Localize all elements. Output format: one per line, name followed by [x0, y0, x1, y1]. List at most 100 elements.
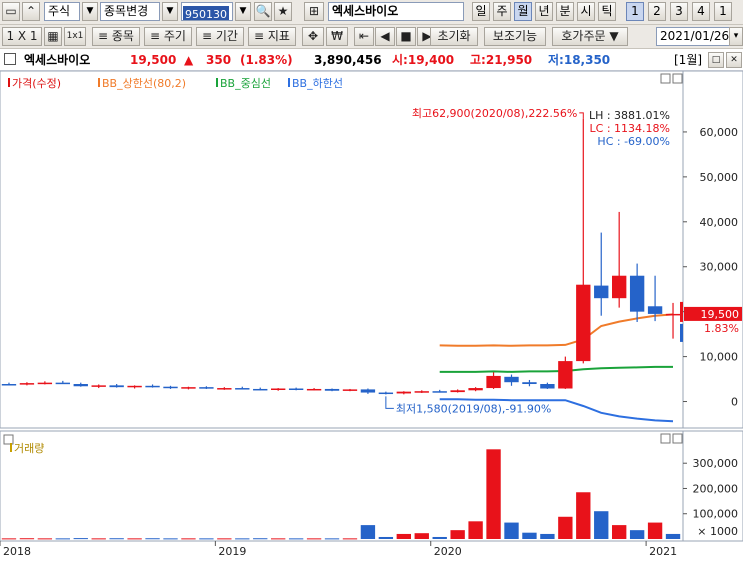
price-tick-label-3: 30,000: [700, 261, 739, 274]
volume-panel-frame: [0, 430, 743, 542]
code-input[interactable]: 950130: [181, 2, 233, 21]
volume-bar-37: [665, 533, 681, 539]
scroll-left-icon[interactable]: ◀: [375, 27, 395, 46]
close-icon[interactable]: ✕: [726, 52, 742, 68]
maximize-icon[interactable]: □: [708, 52, 724, 68]
info-stock-name: 엑세스바이오: [24, 53, 91, 67]
stop-icon[interactable]: ■: [396, 27, 416, 46]
period-tab-3[interactable]: 년: [535, 2, 553, 21]
last-price-tag: 19,500: [701, 308, 740, 321]
candle-body-37: [665, 313, 681, 316]
candle-body-33: [594, 285, 609, 299]
code-value: 950130: [183, 6, 229, 21]
info-high: 고:21,950: [470, 53, 533, 67]
market-select[interactable]: 주식: [44, 2, 80, 21]
star-icon[interactable]: ★: [274, 2, 292, 21]
won-icon[interactable]: ₩: [326, 27, 348, 46]
period-tab-0[interactable]: 일: [472, 2, 490, 21]
item-button[interactable]: ≡ 종목: [92, 27, 140, 46]
info-price: 19,500: [130, 53, 177, 67]
volume-bar-8: [145, 538, 160, 540]
high-annotation: 최고62,900(2020/08),222.56%: [412, 107, 577, 120]
candle-body-36: [647, 306, 663, 314]
volume-bar-23: [414, 533, 429, 539]
x-tick-label-0: 2018: [3, 545, 31, 558]
market-dropdown-icon[interactable]: ▼: [82, 2, 98, 21]
code-dropdown-icon[interactable]: ▼: [235, 2, 251, 21]
candle-body-7: [127, 385, 142, 388]
volume-bar-14: [253, 538, 268, 540]
volume-tick-label-1: 200,000: [693, 482, 739, 495]
last-price-marker-up: [680, 301, 683, 322]
span-button[interactable]: ≡ 기간: [196, 27, 244, 46]
change-item-dropdown-icon[interactable]: ▼: [162, 2, 178, 21]
period-tab-2[interactable]: 월: [514, 2, 532, 21]
period-tab-5[interactable]: 시: [577, 2, 595, 21]
period-tab-4[interactable]: 분: [556, 2, 574, 21]
order-label: 호가주문: [561, 29, 606, 43]
scroll-first-icon[interactable]: ⇤: [354, 27, 374, 46]
candle-body-35: [629, 275, 645, 312]
collapse-up-icon[interactable]: ⌃: [22, 2, 40, 21]
volume-bar-11: [199, 538, 214, 540]
stat-lc: LC : 1134.18%: [590, 122, 670, 135]
legend-label-1: BB_상한선(80,2): [102, 77, 186, 90]
stock-name-field[interactable]: 엑세스바이오: [328, 2, 464, 21]
volume-tick-label-2: 100,000: [693, 508, 739, 521]
layout-button[interactable]: 1 X 1: [2, 27, 42, 46]
volume-bar-20: [360, 525, 376, 539]
price-tick-label-0: 60,000: [700, 126, 739, 139]
candle-body-5: [91, 385, 106, 387]
related-item-icon[interactable]: ⊞: [304, 2, 324, 21]
number-tab-3[interactable]: 4: [692, 2, 710, 21]
candle-body-29: [522, 382, 537, 385]
reset-button[interactable]: 초기화: [430, 27, 478, 46]
aux-function-button[interactable]: 보조기능: [484, 27, 546, 46]
volume-unit-label: × 1000: [697, 525, 738, 538]
price-tick-label-6: 0: [731, 396, 738, 409]
volume-bar-15: [271, 538, 286, 540]
period-tab-6[interactable]: 틱: [598, 2, 616, 21]
candle-body-1: [19, 383, 35, 385]
window-menu-icon[interactable]: ▭: [2, 2, 20, 21]
volume-bar-6: [109, 538, 124, 540]
number-tab-0[interactable]: 1: [626, 2, 644, 21]
crosshair-icon[interactable]: ✥: [302, 27, 324, 46]
order-button[interactable]: 호가주문 ▼: [552, 27, 628, 46]
candle-body-3: [55, 382, 70, 385]
grid-icon[interactable]: ▦: [44, 27, 62, 46]
candle-body-27: [486, 375, 501, 389]
volume-panel-maximize-icon: [660, 433, 671, 444]
volume-tick-label-0: 300,000: [693, 457, 739, 470]
legend-label-3: BB_하한선: [292, 76, 343, 90]
candle-body-34: [612, 275, 627, 299]
number-tab-2[interactable]: 3: [670, 2, 688, 21]
candle-body-17: [306, 388, 322, 391]
number-tab-4[interactable]: 1: [714, 2, 732, 21]
volume-bar-27: [486, 449, 501, 539]
select-checkbox[interactable]: [4, 53, 16, 65]
cycle-button[interactable]: ≡ 주기: [144, 27, 192, 46]
number-tab-1[interactable]: 2: [648, 2, 666, 21]
volume-bar-12: [217, 538, 232, 540]
volume-bar-9: [163, 538, 178, 540]
volume-bar-30: [540, 533, 555, 539]
period-tab-1[interactable]: 주: [493, 2, 511, 21]
candle-body-24: [432, 391, 447, 393]
info-open: 시:19,400: [392, 53, 455, 67]
volume-bar-5: [91, 538, 106, 540]
search-icon[interactable]: 🔍: [254, 2, 272, 21]
indicator-button[interactable]: ≡ 지표: [248, 27, 296, 46]
price-tick-label-5: 10,000: [700, 351, 739, 364]
volume-bar-33: [594, 511, 609, 539]
candle-body-8: [145, 385, 160, 388]
candle-body-18: [324, 388, 340, 391]
candle-body-23: [414, 391, 429, 393]
change-item-select[interactable]: 종목변경: [100, 2, 160, 21]
date-field[interactable]: 2021/01/26: [656, 27, 730, 46]
volume-bar-3: [55, 538, 70, 540]
one-by-one-icon[interactable]: 1x1: [64, 27, 86, 46]
x-tick-label-2: 2020: [434, 545, 462, 558]
volume-bar-1: [19, 538, 35, 540]
calendar-icon[interactable]: ▾: [729, 27, 743, 46]
